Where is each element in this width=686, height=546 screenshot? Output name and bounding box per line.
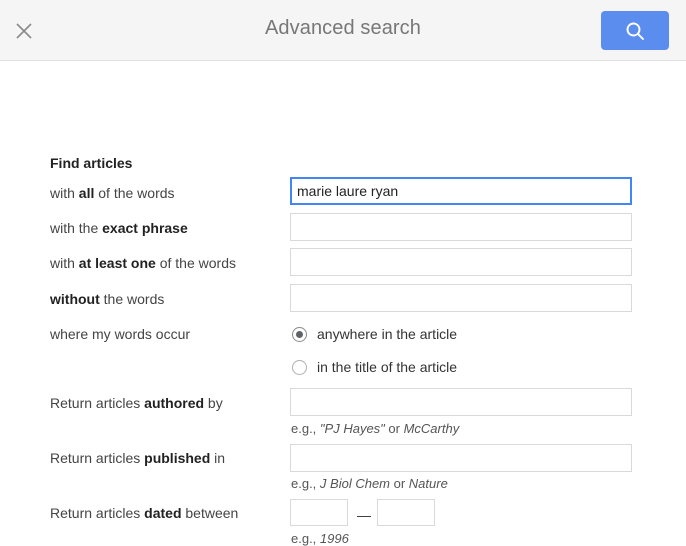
radio-in-title-of-article-indicator (292, 359, 307, 375)
label-at-least-one: with at least one of the words (50, 255, 236, 271)
section-title-find-articles: Find articles (50, 155, 133, 171)
date-range-separator: — (357, 507, 371, 523)
radio-in-title-of-article[interactable]: in the title of the article (292, 359, 457, 375)
close-icon[interactable] (10, 17, 38, 45)
radio-anywhere-in-article-label: anywhere in the article (317, 326, 458, 342)
search-button[interactable] (601, 11, 669, 50)
authored-by-input[interactable] (290, 388, 632, 416)
label-all-words: with all of the words (50, 185, 175, 201)
hint-authored-by: e.g., "PJ Hayes" or McCarthy (291, 421, 460, 436)
radio-anywhere-in-article-indicator (292, 326, 307, 342)
radio-anywhere-in-article[interactable]: anywhere in the article (292, 326, 457, 342)
published-in-input[interactable] (290, 444, 632, 472)
all-words-input[interactable] (290, 177, 632, 205)
label-authored-by: Return articles authored by (50, 395, 223, 411)
label-published-in: Return articles published in (50, 450, 226, 466)
dialog-header: Advanced search (0, 0, 686, 61)
dated-from-input[interactable] (290, 499, 348, 526)
without-words-input[interactable] (290, 284, 632, 312)
exact-phrase-input[interactable] (290, 213, 632, 241)
hint-published-in: e.g., J Biol Chem or Nature (291, 476, 448, 491)
page-title: Advanced search (264, 17, 422, 39)
search-icon (624, 20, 646, 42)
label-exact-phrase: with the exact phrase (50, 220, 188, 236)
hint-dated-between: e.g., 1996 (291, 531, 349, 546)
label-without-words: without the words (50, 291, 165, 307)
label-where-words-occur: where my words occur (50, 326, 191, 342)
dated-to-input[interactable] (377, 499, 435, 526)
radio-in-title-of-article-label: in the title of the article (317, 359, 458, 375)
at-least-one-input[interactable] (290, 248, 632, 276)
